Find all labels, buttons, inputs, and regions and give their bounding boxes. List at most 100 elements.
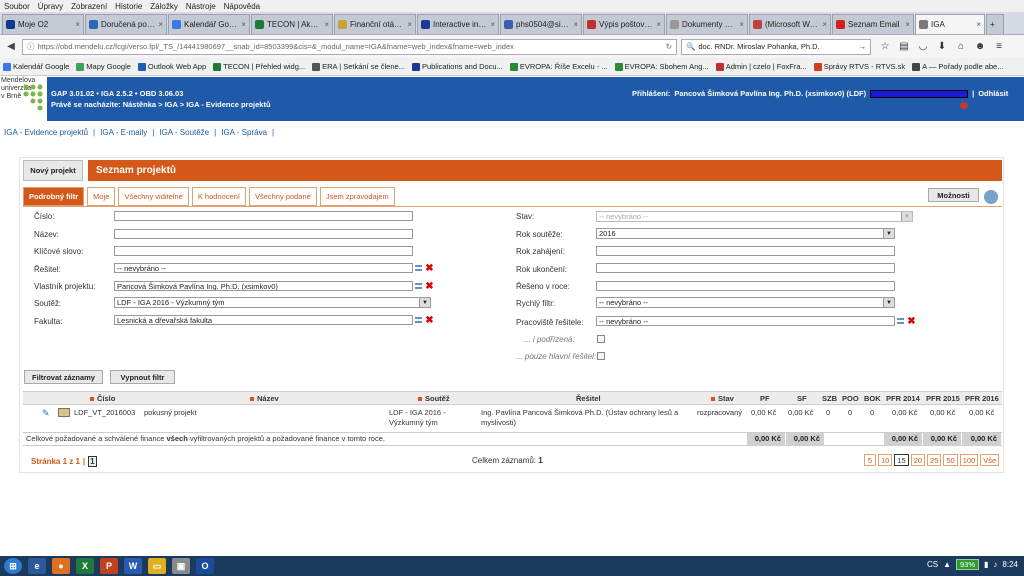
logout-link[interactable]: Odhlásit — [978, 89, 1008, 98]
vlastnik-picker-icon[interactable] — [415, 283, 422, 289]
soutez-select[interactable]: LDF - IGA 2016 - Výzkumný tým ▼ — [114, 297, 431, 308]
menu-item[interactable]: Soubor — [4, 2, 30, 11]
browser-tab[interactable]: Finanční otázk... × — [334, 14, 416, 34]
browser-tab[interactable]: phs0504@sim... × — [500, 14, 582, 34]
word-icon[interactable]: W — [124, 558, 142, 574]
browser-tab[interactable]: Seznam Email × — [832, 14, 914, 34]
page-size-option[interactable]: 100 — [959, 454, 979, 466]
fakulta-clear-icon[interactable]: ✖ — [425, 316, 434, 326]
podrizena-checkbox[interactable] — [597, 335, 605, 343]
tray-arrow-icon[interactable]: ▲ — [943, 560, 951, 569]
browser-tab[interactable]: Kalendář Goog...× — [168, 14, 250, 34]
excel-icon[interactable]: X — [76, 558, 94, 574]
clipboard-icon[interactable]: ▤ — [898, 41, 910, 53]
bookmark-item[interactable]: Outlook Web App — [137, 62, 206, 71]
language-flag-icon[interactable] — [960, 102, 968, 109]
menu-item[interactable]: Záložky — [150, 2, 178, 11]
language-indicator[interactable]: CS — [927, 560, 938, 569]
bookmark-item[interactable]: Mapy Google — [76, 62, 131, 71]
close-icon[interactable]: × — [324, 20, 329, 29]
filter-records-button[interactable]: Filtrovat záznamy — [24, 370, 103, 384]
col-cislo[interactable]: Číslo — [90, 394, 115, 403]
page-size-option[interactable]: 20 — [910, 454, 926, 466]
home-icon[interactable]: ⌂ — [955, 41, 967, 53]
battery-indicator[interactable]: 93% — [956, 559, 980, 570]
resitel-input[interactable]: -- nevybráno -- — [114, 263, 413, 273]
search-go-icon[interactable]: → — [859, 42, 867, 51]
rok-zahajeni-input[interactable] — [596, 246, 895, 256]
filter-tab[interactable]: K hodnocení — [191, 187, 246, 206]
filter-tab[interactable]: Podrobný filtr — [23, 187, 85, 206]
filter-tab[interactable]: Jsem zpravodajem — [319, 187, 395, 206]
page-current[interactable]: 1 — [88, 456, 97, 467]
fakulta-input[interactable]: Lesnická a dřevařská fakulta — [114, 315, 413, 325]
hlavni-resitel-checkbox[interactable] — [597, 352, 605, 360]
close-icon[interactable]: × — [739, 20, 744, 29]
module-link[interactable]: IGA - E-maily — [100, 128, 147, 137]
back-icon[interactable]: ◀ — [4, 40, 18, 54]
filter-tab[interactable]: Moje — [87, 187, 116, 206]
pracoviste-input[interactable]: -- nevybráno -- — [596, 316, 895, 326]
page-size-option[interactable]: 25 — [927, 454, 942, 466]
folder-icon[interactable]: ▭ — [148, 558, 166, 574]
new-tab-button[interactable]: + — [986, 14, 1004, 34]
close-icon[interactable]: × — [822, 20, 827, 29]
browser-tab[interactable]: Interactive inn... × — [417, 14, 499, 34]
menu-item[interactable]: Nástroje — [186, 2, 216, 11]
close-icon[interactable]: × — [573, 20, 578, 29]
browser-tab[interactable]: TECON | Akce ...× — [251, 14, 333, 34]
reload-icon[interactable]: ↻ — [666, 42, 672, 51]
app-icon[interactable]: ▣ — [172, 558, 190, 574]
bookmark-item[interactable]: Správy RTVS - RTVS.sk — [813, 62, 905, 71]
edit-icon[interactable]: ✎ — [42, 408, 50, 418]
vlastnik-clear-icon[interactable]: ✖ — [425, 282, 434, 292]
page-size-option[interactable]: 5 — [864, 454, 876, 466]
menu-icon[interactable]: ≡ — [993, 41, 1005, 53]
browser-tab[interactable]: IGA × — [915, 14, 985, 34]
clear-filter-button[interactable]: Vypnout filtr — [110, 370, 175, 384]
module-link[interactable]: IGA - Správa — [221, 128, 267, 137]
col-nazev[interactable]: Název — [250, 394, 279, 403]
volume-icon[interactable]: ♪ — [993, 560, 997, 569]
new-project-button[interactable]: Nový projekt — [23, 160, 83, 181]
page-size-option[interactable]: 10 — [878, 454, 893, 466]
firefox-icon[interactable]: ● — [52, 558, 70, 574]
bookmark-item[interactable]: ERA | Setkání se člene... — [312, 62, 405, 71]
nazev-input[interactable] — [114, 229, 413, 239]
options-button[interactable]: Možnosti — [928, 188, 979, 202]
filter-tab[interactable]: Všechny podané — [248, 187, 317, 206]
bookmark-item[interactable]: TECON | Přehled widg... — [213, 62, 305, 71]
menu-item[interactable]: Nápověda — [224, 2, 260, 11]
menu-item[interactable]: Historie — [115, 2, 142, 11]
pracoviste-picker-icon[interactable] — [897, 318, 904, 324]
page-size-option[interactable]: 50 — [943, 454, 958, 466]
col-soutez[interactable]: Soutěž — [418, 394, 450, 403]
bookmark-item[interactable]: EVROPA: Sbohem Ang... — [614, 62, 709, 71]
powerpoint-icon[interactable]: P — [100, 558, 118, 574]
star-icon[interactable]: ☆ — [879, 41, 891, 53]
stav-select[interactable]: -- nevybráno -- ▼ — [596, 211, 913, 222]
browser-tab[interactable]: Moje O2 × — [2, 14, 84, 34]
chat-icon[interactable]: ☻ — [974, 41, 986, 53]
close-icon[interactable]: × — [158, 20, 163, 29]
fakulta-picker-icon[interactable] — [415, 317, 422, 323]
close-icon[interactable]: × — [905, 20, 910, 29]
rok-souteze-select[interactable]: 2016 ▼ — [596, 228, 895, 239]
module-link[interactable]: IGA - Soutěže — [159, 128, 209, 137]
close-icon[interactable]: × — [75, 20, 80, 29]
close-icon[interactable]: × — [656, 20, 661, 29]
vlastnik-input[interactable]: Pancová Šimková Pavlína Ing. Ph.D. (xsim… — [114, 281, 413, 291]
network-icon[interactable]: ▮ — [984, 560, 988, 569]
filter-tab[interactable]: Všechny viditelné — [118, 187, 189, 206]
explorer-icon[interactable]: e — [28, 558, 46, 574]
pocket-icon[interactable]: ◡ — [917, 41, 929, 53]
bookmark-item[interactable]: Publications and Docu... — [411, 62, 503, 71]
start-icon[interactable]: ⊞ — [4, 558, 22, 574]
search-bar[interactable]: 🔍 doc. RNDr. Miroslav Pohanka, Ph.D. → — [681, 38, 871, 55]
refresh-icon[interactable] — [984, 190, 998, 204]
url-bar[interactable]: ⓘ https://obd.mendelu.cz/fcgi/verso.fpl/… — [22, 38, 677, 55]
keyword-input[interactable] — [114, 246, 413, 256]
resitel-clear-icon[interactable]: ✖ — [425, 264, 434, 274]
row-cislo[interactable]: LDF_VT_2016003 — [74, 408, 135, 418]
page-size-option[interactable]: 15 — [894, 454, 909, 466]
